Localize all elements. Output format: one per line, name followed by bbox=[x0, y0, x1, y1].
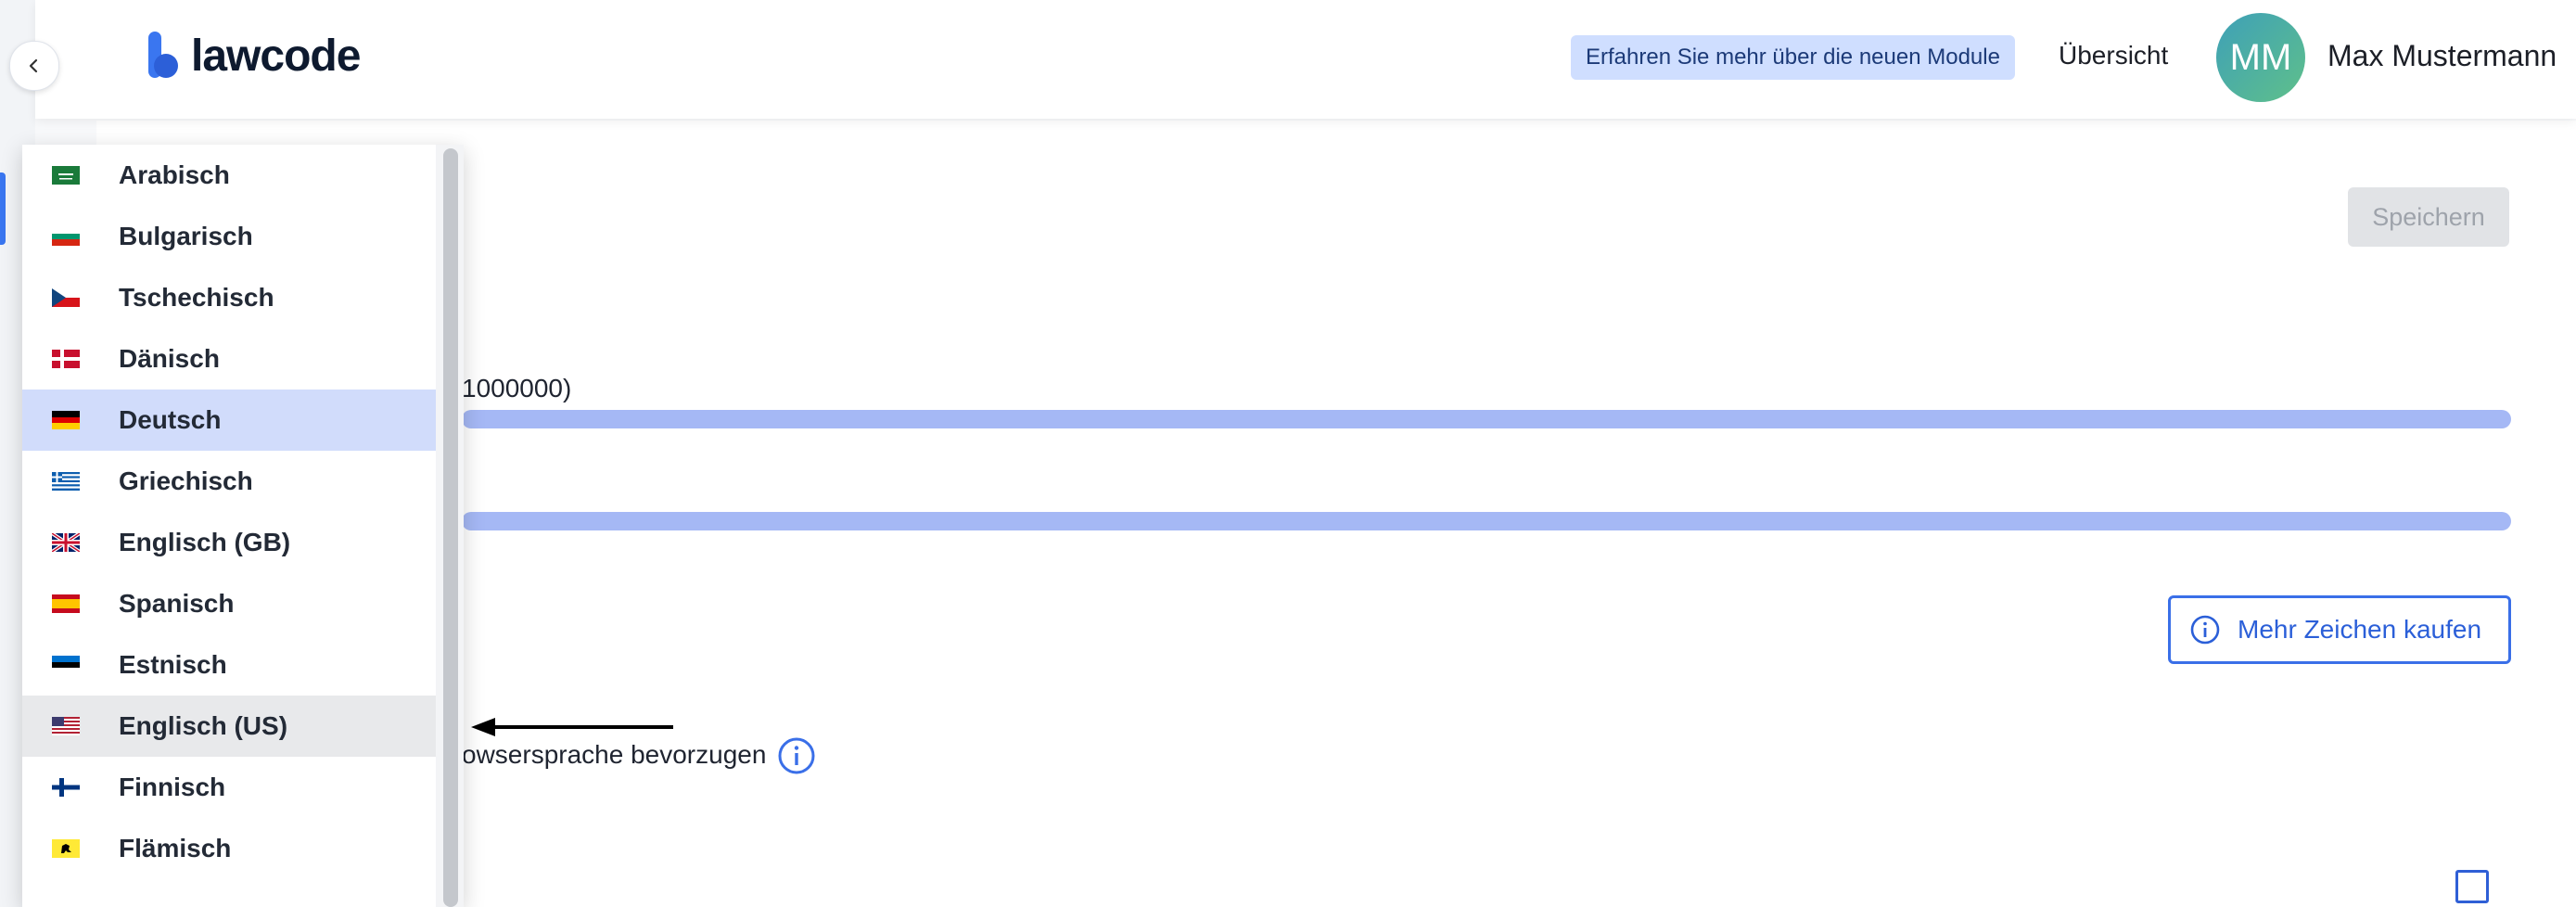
logo-mark-icon bbox=[147, 32, 184, 80]
language-option[interactable]: Bulgarisch bbox=[22, 206, 436, 267]
language-option[interactable]: Spanisch bbox=[22, 573, 436, 634]
flag-estonia-icon bbox=[52, 656, 80, 674]
info-icon[interactable] bbox=[777, 736, 816, 780]
language-option[interactable]: Flämisch bbox=[22, 818, 436, 879]
save-button[interactable]: Speichern bbox=[2348, 187, 2509, 247]
sidebar-active-indicator bbox=[0, 172, 6, 245]
language-option-hovered[interactable]: Englisch (US) bbox=[22, 696, 436, 757]
language-dropdown: Arabisch Bulgarisch Tschechisch Dänisch … bbox=[22, 145, 464, 907]
flag-greece-icon bbox=[52, 472, 80, 491]
buy-more-characters-button[interactable]: Mehr Zeichen kaufen bbox=[2168, 595, 2511, 664]
arrow-left-annotation bbox=[471, 716, 677, 743]
language-option[interactable]: Dänisch bbox=[22, 328, 436, 390]
info-icon bbox=[2189, 614, 2221, 645]
new-modules-link[interactable]: Erfahren Sie mehr über die neuen Module bbox=[1571, 35, 2015, 80]
flag-usa-icon bbox=[52, 717, 80, 735]
settings-checkbox[interactable] bbox=[2455, 870, 2489, 903]
language-option[interactable]: Englisch (GB) bbox=[22, 512, 436, 573]
flag-czech-icon bbox=[52, 288, 80, 307]
flag-denmark-icon bbox=[52, 350, 80, 368]
language-option[interactable]: Finnisch bbox=[22, 757, 436, 818]
flag-finland-icon bbox=[52, 778, 80, 797]
prefer-browser-language-label: owsersprache bevorzugen bbox=[462, 740, 767, 769]
language-option[interactable]: Estnisch bbox=[22, 634, 436, 696]
language-option-selected[interactable]: Deutsch bbox=[22, 390, 436, 451]
overview-link[interactable]: Übersicht bbox=[2059, 41, 2168, 70]
flag-spain-icon bbox=[52, 594, 80, 613]
language-option[interactable]: Arabisch bbox=[22, 145, 436, 206]
flag-uk-icon bbox=[52, 533, 80, 552]
character-limit-text: 1000000) bbox=[462, 374, 572, 402]
avatar[interactable]: MM bbox=[2216, 13, 2305, 102]
sidebar-collapse-button[interactable] bbox=[9, 41, 59, 91]
flag-flanders-icon bbox=[52, 839, 80, 858]
dropdown-scrollbar-thumb[interactable] bbox=[443, 148, 458, 907]
usage-progress-bar bbox=[462, 410, 2511, 428]
flag-bulgaria-icon bbox=[52, 227, 80, 246]
secondary-progress-bar bbox=[462, 512, 2511, 530]
flag-germany-icon bbox=[52, 411, 80, 429]
language-option[interactable]: Tschechisch bbox=[22, 267, 436, 328]
buy-more-characters-label: Mehr Zeichen kaufen bbox=[2238, 615, 2482, 644]
logo-text: lawcode bbox=[191, 31, 361, 81]
logo[interactable]: lawcode bbox=[147, 28, 361, 83]
chevron-left-icon bbox=[29, 58, 38, 73]
flag-saudi-arabia-icon bbox=[52, 166, 80, 185]
top-header: lawcode Erfahren Sie mehr über die neuen… bbox=[35, 0, 2576, 119]
user-name[interactable]: Max Mustermann bbox=[2327, 39, 2557, 73]
language-option[interactable]: Griechisch bbox=[22, 451, 436, 512]
